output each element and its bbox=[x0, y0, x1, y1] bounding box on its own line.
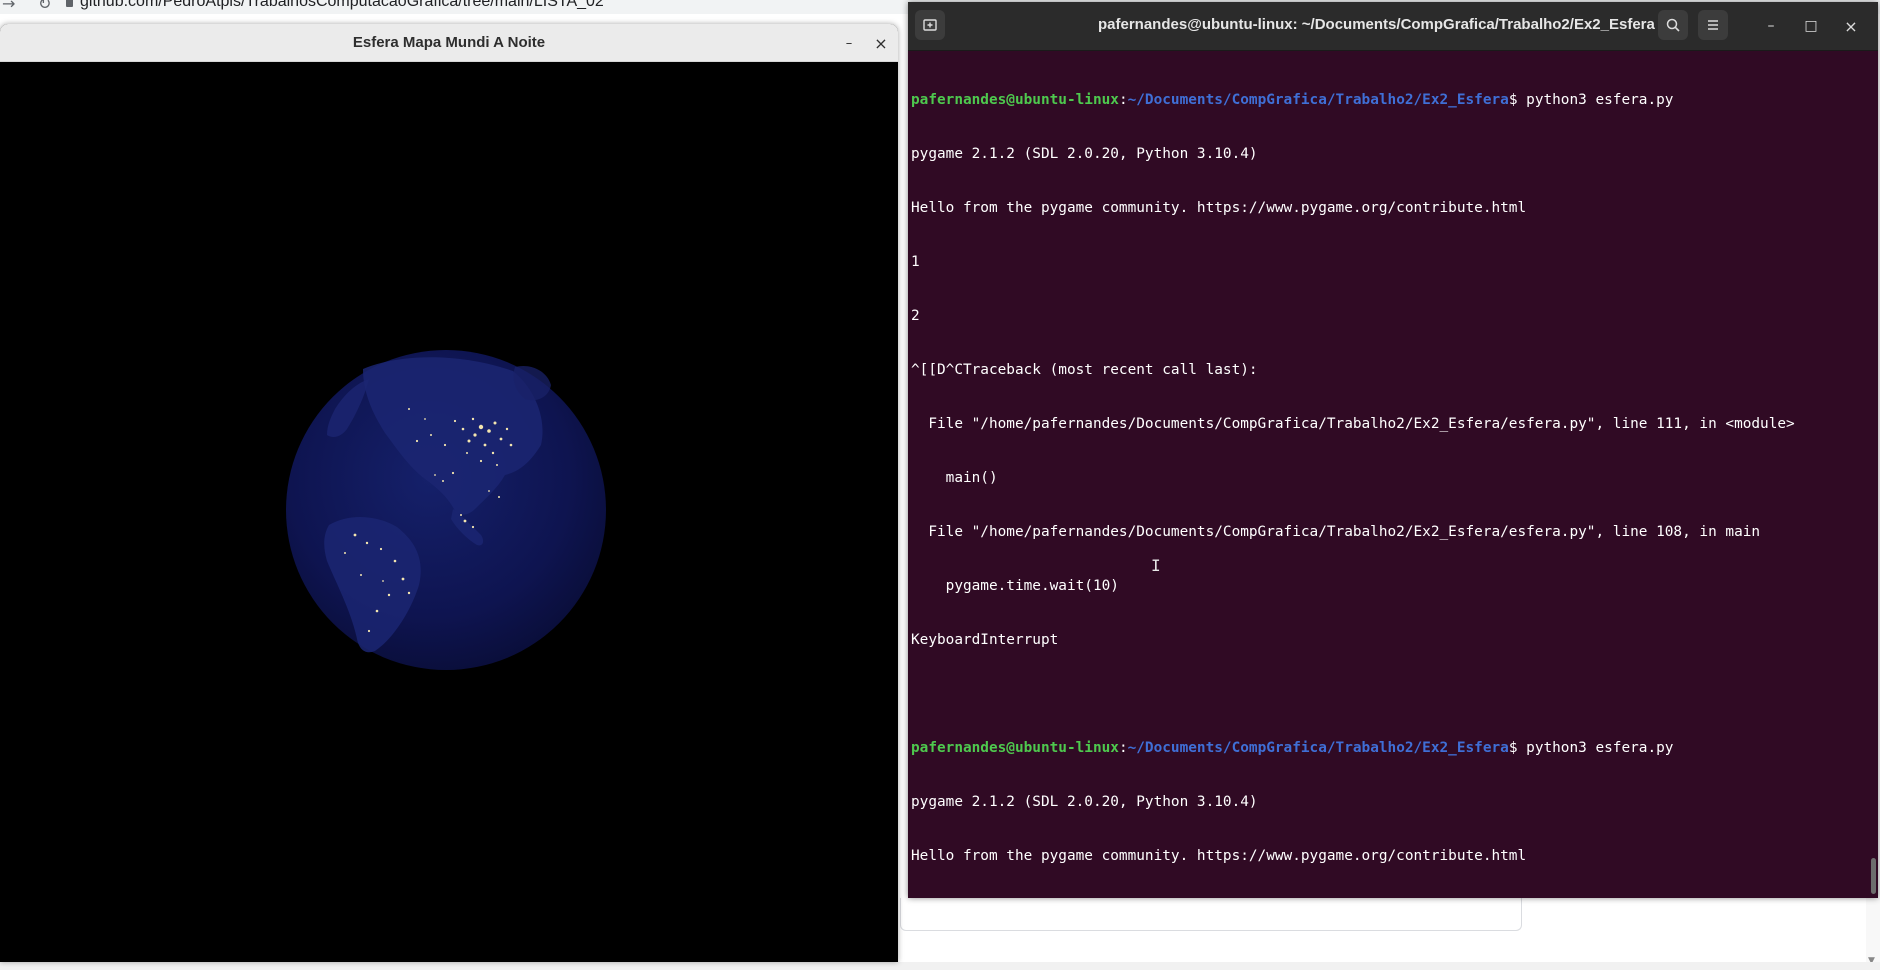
prompt-path: ~/Documents/CompGrafica/Trabalho2/Ex2_Es… bbox=[1127, 92, 1509, 108]
prompt-line: pafernandes@ubuntu-linux:~/Documents/Com… bbox=[911, 739, 1878, 757]
terminal-title: pafernandes@ubuntu-linux: ~/Documents/Co… bbox=[1098, 16, 1655, 33]
forward-icon[interactable]: → bbox=[2, 0, 15, 13]
reload-icon[interactable]: ↻ bbox=[38, 0, 51, 13]
minimize-button[interactable]: – bbox=[838, 32, 860, 54]
prompt-command: $ python3 esfera.py bbox=[1508, 92, 1674, 108]
address-bar[interactable]: github.com/PedroAtpis/TrabalhosComputaca… bbox=[80, 0, 604, 11]
new-tab-button[interactable] bbox=[915, 10, 945, 40]
output-line: 1 bbox=[911, 254, 920, 270]
output-line: ^[[D^CTraceback (most recent call last): bbox=[911, 362, 1258, 378]
lock-icon bbox=[66, 0, 73, 7]
terminal-output[interactable]: pafernandes@ubuntu-linux:~/Documents/Com… bbox=[908, 51, 1878, 898]
earth-night-globe bbox=[285, 349, 607, 671]
terminal-headerbar[interactable]: pafernandes@ubuntu-linux: ~/Documents/Co… bbox=[908, 2, 1878, 51]
prompt-command: $ python3 esfera.py bbox=[1508, 740, 1674, 756]
terminal-scrollbar[interactable] bbox=[1871, 858, 1876, 894]
output-line: File "/home/pafernandes/Documents/CompGr… bbox=[911, 524, 1761, 540]
maximize-button[interactable]: □ bbox=[1801, 16, 1821, 36]
page-content-panel bbox=[900, 898, 1522, 931]
window-title: Esfera Mapa Mundi A Noite bbox=[352, 34, 546, 51]
prompt-path: ~/Documents/CompGrafica/Trabalho2/Ex2_Es… bbox=[1127, 740, 1509, 756]
hamburger-icon bbox=[1708, 20, 1718, 30]
terminal-window[interactable]: pafernandes@ubuntu-linux: ~/Documents/Co… bbox=[908, 2, 1878, 898]
output-line: pygame 2.1.2 (SDL 2.0.20, Python 3.10.4) bbox=[911, 794, 1258, 810]
output-line: Hello from the pygame community. https:/… bbox=[911, 848, 1527, 864]
prompt-user: pafernandes@ubuntu-linux bbox=[911, 92, 1119, 108]
output-line: KeyboardInterrupt bbox=[911, 632, 1059, 648]
close-button[interactable]: × bbox=[870, 32, 892, 54]
minimize-button[interactable]: – bbox=[1761, 16, 1781, 36]
search-button[interactable] bbox=[1658, 10, 1688, 40]
prompt-line: pafernandes@ubuntu-linux:~/Documents/Com… bbox=[911, 91, 1878, 109]
output-line: pygame 2.1.2 (SDL 2.0.20, Python 3.10.4) bbox=[911, 146, 1258, 162]
close-button[interactable]: × bbox=[1841, 16, 1861, 36]
output-line: Hello from the pygame community. https:/… bbox=[911, 200, 1527, 216]
output-line: main() bbox=[911, 470, 998, 486]
output-line: 2 bbox=[911, 308, 920, 324]
page-bottom-edge bbox=[0, 962, 1880, 970]
pygame-window[interactable]: Esfera Mapa Mundi A Noite – × bbox=[0, 24, 898, 962]
prompt-user: pafernandes@ubuntu-linux bbox=[911, 740, 1119, 756]
output-line: pygame.time.wait(10) bbox=[911, 578, 1119, 594]
menu-button[interactable] bbox=[1698, 10, 1728, 40]
new-tab-icon bbox=[923, 19, 937, 31]
pygame-titlebar[interactable]: Esfera Mapa Mundi A Noite – × bbox=[0, 24, 898, 62]
search-icon bbox=[1666, 18, 1680, 32]
prompt-separator: : bbox=[1118, 740, 1128, 756]
output-line: File "/home/pafernandes/Documents/CompGr… bbox=[911, 416, 1795, 432]
mouse-ibeam-cursor: I bbox=[1151, 556, 1161, 575]
prompt-separator: : bbox=[1118, 92, 1128, 108]
